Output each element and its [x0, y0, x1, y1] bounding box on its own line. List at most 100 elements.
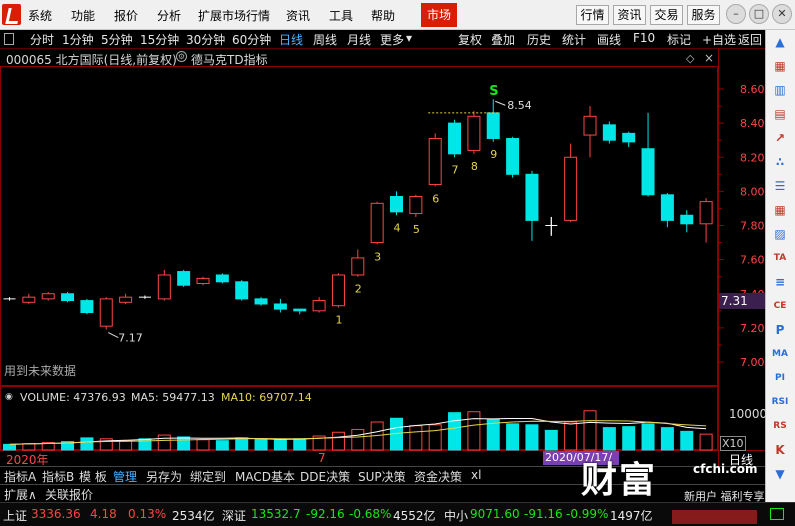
arrow-up-icon[interactable]: ▲ — [770, 33, 790, 51]
tool-f10[interactable]: F10 — [633, 31, 655, 45]
tab-save-as[interactable]: 另存为 — [146, 468, 182, 485]
volume-bar — [196, 439, 210, 451]
menu-news[interactable]: 资讯 — [286, 7, 310, 24]
connection-icon[interactable] — [770, 508, 784, 520]
volume-bar — [177, 436, 191, 451]
close-icon[interactable]: ✕ — [772, 4, 792, 24]
candle-body — [467, 115, 481, 151]
ma-icon[interactable]: MA — [770, 345, 790, 363]
quote-button[interactable]: 行情 — [576, 5, 609, 25]
tool-draw[interactable]: 画线 — [597, 31, 621, 48]
tab-indicator-b[interactable]: 指标B — [42, 468, 74, 485]
period-monthly[interactable]: 月线 — [347, 31, 371, 48]
rs-icon[interactable]: RS — [770, 417, 790, 435]
tab-expand[interactable]: 扩展∧ — [4, 486, 37, 503]
eq-icon[interactable]: ≡ — [770, 273, 790, 291]
candle-body — [254, 298, 268, 305]
sh-value: 3336.36 — [31, 507, 81, 521]
td-count-label: 2 — [355, 283, 362, 296]
y-tick-label: 7.80 — [740, 220, 765, 233]
tool-stats[interactable]: 统计 — [562, 31, 586, 48]
period-30min[interactable]: 30分钟 — [186, 31, 225, 48]
k-icon[interactable]: K — [770, 441, 790, 459]
menu-help[interactable]: 帮助 — [371, 7, 395, 24]
menu-function[interactable]: 功能 — [71, 7, 95, 24]
ma10-title: MA10: 69707.14 — [221, 391, 312, 404]
tool-mark[interactable]: 标记 — [667, 31, 691, 48]
tool-overlay[interactable]: 叠加 — [491, 31, 515, 48]
rsi-icon[interactable]: RSI — [770, 393, 790, 411]
zx-label[interactable]: 中小 — [444, 507, 468, 524]
high-annotation: 8.54 — [507, 99, 532, 112]
volume-collapse-icon[interactable]: ◉ — [5, 392, 13, 402]
tool-add-watchlist[interactable]: +自选 — [702, 31, 736, 48]
table-icon[interactable]: ▦ — [770, 201, 790, 219]
td-count-label: 1 — [335, 313, 342, 326]
tool-back[interactable]: 返回 — [738, 31, 762, 48]
tab-macd[interactable]: MACD基本 — [235, 468, 295, 485]
td-count-label: 9 — [490, 148, 497, 161]
candle-body — [41, 293, 55, 300]
market-button[interactable]: 市场 — [421, 3, 457, 27]
volume-bar — [235, 437, 249, 451]
candle-icon[interactable]: ▤ — [770, 105, 790, 123]
tab-indicator-a[interactable]: 指标A — [4, 468, 36, 485]
period-daily[interactable]: 日线 — [279, 31, 303, 48]
volume-bar — [699, 433, 713, 451]
trade-button[interactable]: 交易 — [650, 5, 683, 25]
y-tick-label: 7.00 — [740, 356, 765, 369]
zx-change: -91.16 — [524, 507, 563, 521]
panel-toggle-icon[interactable] — [4, 33, 14, 45]
tab-xl[interactable]: xl — [471, 468, 481, 482]
pi-icon[interactable]: PI — [770, 369, 790, 387]
tab-sup[interactable]: SUP决策 — [358, 468, 406, 485]
candle-body — [80, 300, 94, 314]
menu-tools[interactable]: 工具 — [329, 7, 353, 24]
ce-icon[interactable]: CE — [770, 297, 790, 315]
menu-analysis[interactable]: 分析 — [157, 7, 181, 24]
service-button[interactable]: 服务 — [687, 5, 720, 25]
candle-body — [22, 296, 36, 303]
chart-icon[interactable]: ▨ — [770, 225, 790, 243]
period-weekly[interactable]: 周线 — [313, 31, 337, 48]
menu-extended-market[interactable]: 扩展市场行情 — [198, 7, 270, 24]
tab-template[interactable]: 模 板 — [79, 468, 107, 485]
p-icon[interactable]: P — [770, 321, 790, 339]
zx-amount: 1497亿 — [610, 509, 653, 523]
menu-system[interactable]: 系统 — [28, 7, 52, 24]
news-button[interactable]: 资讯 — [613, 5, 646, 25]
bar-chart-icon[interactable]: ▥ — [770, 81, 790, 99]
tab-related-quotes[interactable]: 关联报价 — [45, 486, 93, 503]
arrow-down-icon[interactable]: ▼ — [770, 465, 790, 483]
scatter-icon[interactable]: ∴ — [770, 153, 790, 171]
period-intraday[interactable]: 分时 — [30, 31, 54, 48]
status-progress-icon — [672, 510, 757, 524]
grid-icon[interactable]: ▦ — [770, 57, 790, 75]
trend-icon[interactable]: ↗ — [770, 129, 790, 147]
tool-history[interactable]: 历史 — [527, 31, 551, 48]
tab-manage[interactable]: 管理 — [113, 468, 137, 485]
candle-body — [564, 156, 578, 221]
candle-body — [312, 300, 326, 312]
menu-quote[interactable]: 报价 — [114, 7, 138, 24]
period-5min[interactable]: 5分钟 — [101, 31, 133, 48]
period-1min[interactable]: 1分钟 — [62, 31, 94, 48]
list-icon[interactable]: ☰ — [770, 177, 790, 195]
maximize-icon[interactable]: □ — [749, 4, 769, 24]
chevron-down-icon[interactable]: ▾ — [406, 31, 412, 45]
tab-dde[interactable]: DDE决策 — [300, 468, 350, 485]
watermark-domain: cfchi.com — [693, 462, 758, 476]
minimize-icon[interactable]: – — [726, 4, 746, 24]
tab-capital[interactable]: 资金决策 — [414, 468, 462, 485]
period-60min[interactable]: 60分钟 — [232, 31, 271, 48]
period-more[interactable]: 更多 — [380, 31, 404, 48]
sh-label[interactable]: 上证 — [3, 507, 27, 524]
volume-bar — [467, 411, 481, 451]
ta-icon[interactable]: TA — [770, 249, 790, 267]
period-15min[interactable]: 15分钟 — [140, 31, 179, 48]
tab-bind[interactable]: 绑定到 — [190, 468, 226, 485]
tool-adjust[interactable]: 复权 — [458, 31, 482, 48]
sz-label[interactable]: 深证 — [222, 507, 246, 524]
td-count-label: 3 — [374, 250, 381, 263]
sh-change: 4.18 — [90, 507, 117, 521]
